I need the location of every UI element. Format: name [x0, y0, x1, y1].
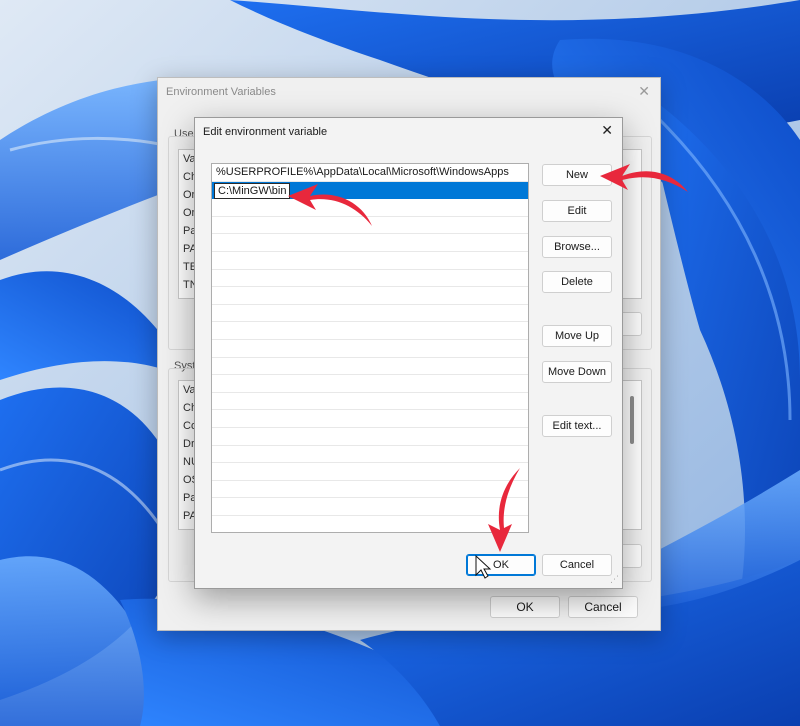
path-entry-empty[interactable] — [212, 463, 528, 481]
env-dialog-title: Environment Variables — [166, 86, 276, 98]
path-entry-empty[interactable] — [212, 428, 528, 446]
move-up-button[interactable]: Move Up — [542, 325, 612, 347]
edit-text-button[interactable]: Edit text... — [542, 415, 612, 437]
path-entry-empty[interactable] — [212, 410, 528, 428]
path-entry-empty[interactable] — [212, 252, 528, 270]
path-entry-empty[interactable] — [212, 446, 528, 464]
resize-grip-icon[interactable]: ⋰ — [610, 574, 619, 585]
path-entry-text: %USERPROFILE%\AppData\Local\Microsoft\Wi… — [216, 166, 509, 178]
cancel-button[interactable]: Cancel — [542, 554, 612, 576]
delete-button[interactable]: Delete — [542, 271, 612, 293]
path-entry-empty[interactable] — [212, 498, 528, 516]
path-entry-empty[interactable] — [212, 375, 528, 393]
path-entry-empty[interactable] — [212, 234, 528, 252]
path-entry-selected[interactable]: C:\MinGW\bin — [212, 181, 528, 200]
path-entry-empty[interactable] — [212, 322, 528, 340]
env-cancel-button[interactable]: Cancel — [568, 596, 638, 618]
edit-button[interactable]: Edit — [542, 200, 612, 222]
path-entry-empty[interactable] — [212, 516, 528, 532]
path-entry-empty[interactable] — [212, 481, 528, 499]
path-entries-list[interactable]: %USERPROFILE%\AppData\Local\Microsoft\Wi… — [211, 163, 529, 533]
new-button[interactable]: New — [542, 164, 612, 186]
move-down-button[interactable]: Move Down — [542, 361, 612, 383]
path-entry-edit-field[interactable]: C:\MinGW\bin — [214, 182, 291, 199]
close-icon[interactable]: ✕ — [601, 122, 613, 139]
path-entry-empty[interactable] — [212, 199, 528, 217]
path-entry-empty[interactable] — [212, 305, 528, 323]
edit-environment-variable-dialog: Edit environment variable ✕ %USERPROFILE… — [194, 117, 623, 589]
path-entry-empty[interactable] — [212, 217, 528, 235]
path-entry-empty[interactable] — [212, 270, 528, 288]
path-entry[interactable]: %USERPROFILE%\AppData\Local\Microsoft\Wi… — [212, 164, 528, 182]
path-entry-empty[interactable] — [212, 287, 528, 305]
path-entry-empty[interactable] — [212, 358, 528, 376]
browse-button[interactable]: Browse... — [542, 236, 612, 258]
ok-button[interactable]: OK — [466, 554, 536, 576]
env-ok-button[interactable]: OK — [490, 596, 560, 618]
close-icon[interactable]: ✕ — [638, 83, 650, 100]
edit-dialog-title: Edit environment variable — [203, 126, 328, 138]
path-entry-empty[interactable] — [212, 393, 528, 411]
system-list-scrollbar[interactable] — [630, 396, 634, 444]
path-entry-empty[interactable] — [212, 340, 528, 358]
